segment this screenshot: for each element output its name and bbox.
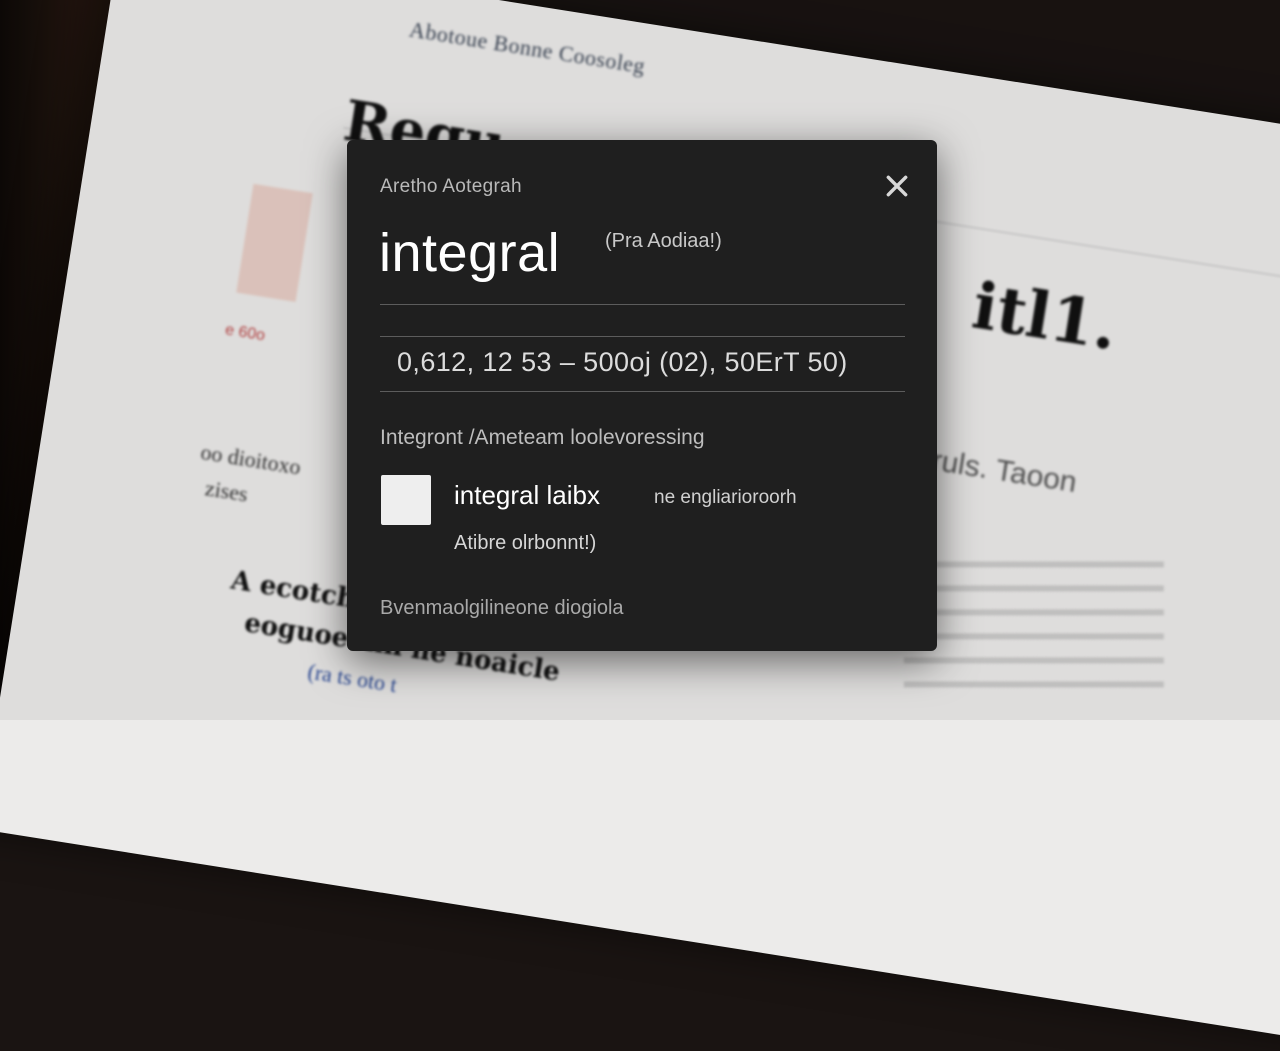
divider bbox=[380, 304, 905, 305]
definition-dialog: Aretho Aotegrah integral (Pra Aodiaa!) 0… bbox=[347, 140, 937, 651]
formula-text: 0,612, 12 53 – 500oj (02), 50ErT 50) bbox=[397, 347, 848, 377]
divider bbox=[380, 336, 905, 337]
dialog-eyebrow: Aretho Aotegrah bbox=[380, 176, 522, 197]
checkbox-hint: ne engliarioroorh bbox=[654, 487, 797, 508]
close-button[interactable] bbox=[879, 170, 915, 206]
checkbox-subtext: Atibre olrbonnt!) bbox=[454, 532, 597, 554]
close-icon bbox=[884, 173, 910, 204]
integral-checkbox[interactable] bbox=[381, 475, 431, 525]
checkbox-label[interactable]: integral laibx bbox=[454, 480, 600, 511]
footer-link[interactable]: Bvenmaolgilineone diogiola bbox=[380, 597, 624, 620]
divider bbox=[380, 391, 905, 392]
dialog-title-subtitle: (Pra Aodiaa!) bbox=[605, 230, 722, 252]
dialog-title: integral bbox=[379, 223, 561, 283]
section-label: Integront /Ameteam loolevoressing bbox=[380, 426, 705, 449]
